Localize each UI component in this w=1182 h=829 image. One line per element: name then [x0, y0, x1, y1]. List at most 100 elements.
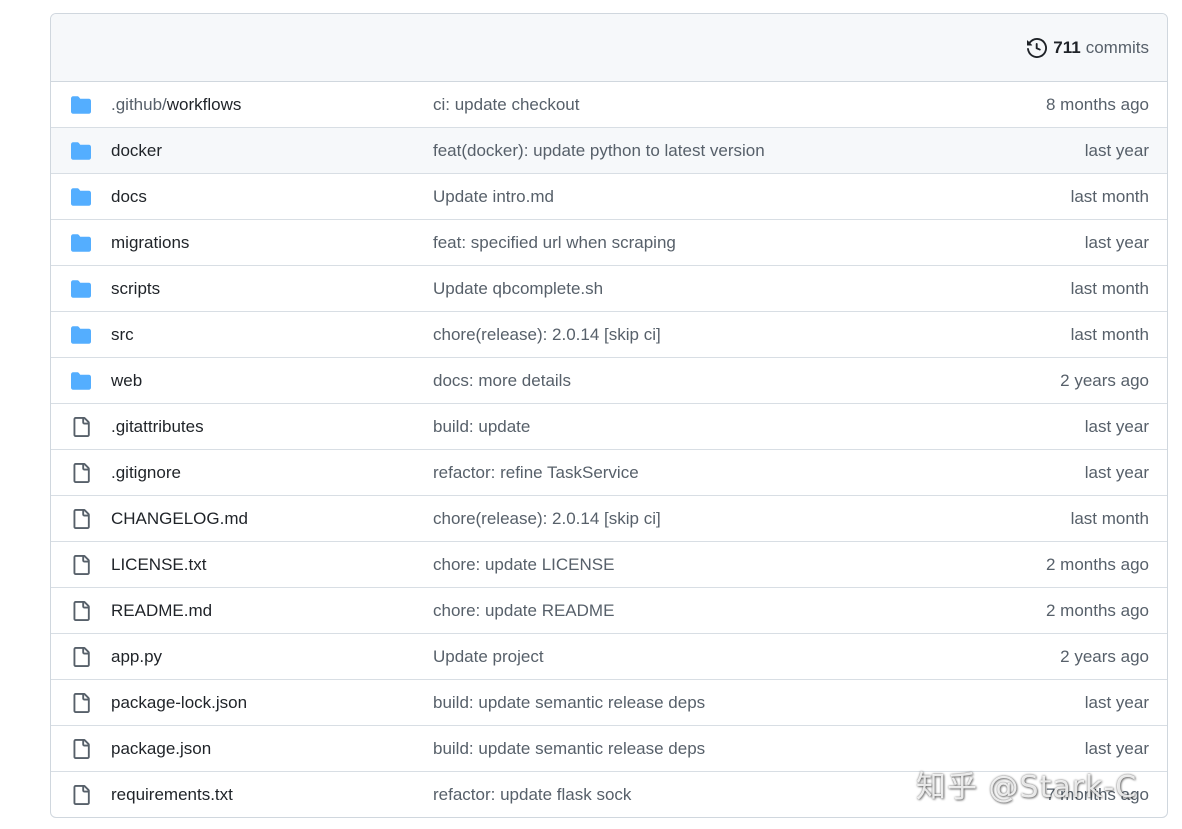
folder-icon — [71, 187, 91, 207]
folder-icon — [71, 371, 91, 391]
folder-icon — [71, 325, 91, 345]
commit-age: last year — [1084, 140, 1149, 160]
item-name: docker — [111, 140, 163, 160]
folder-icon — [71, 279, 91, 299]
file-row[interactable]: migrations feat: specified url when scrap… — [51, 219, 1167, 265]
commit-message-link[interactable]: docs: more details — [433, 371, 571, 391]
commit-age: last year — [1084, 738, 1149, 758]
commit-age: last month — [1070, 508, 1149, 528]
item-name: README.md — [111, 600, 213, 620]
file-browser-header: 711 commits — [51, 14, 1167, 82]
file-row[interactable]: .github/workflows ci: update checkout 8 mo… — [51, 82, 1167, 127]
commit-age: last month — [1070, 324, 1149, 344]
folder-name-link[interactable]: .github/workflows — [111, 95, 241, 115]
file-row[interactable]: .gitignore refactor: refine TaskService la… — [51, 449, 1167, 495]
commit-age: last month — [1070, 186, 1149, 206]
file-name-link[interactable]: app.py — [111, 647, 162, 667]
folder-icon — [71, 141, 91, 161]
item-name: app.py — [111, 646, 163, 666]
folder-name-link[interactable]: src — [111, 325, 134, 345]
file-row[interactable]: LICENSE.txt chore: update LICENSE 2 months… — [51, 541, 1167, 587]
file-name-link[interactable]: LICENSE.txt — [111, 555, 206, 575]
commit-message-link[interactable]: build: update semantic release deps — [433, 739, 705, 759]
commit-age: 8 months ago — [1045, 94, 1149, 114]
commit-age: last year — [1084, 416, 1149, 436]
file-row[interactable]: scripts Update qbcomplete.sh last month — [51, 265, 1167, 311]
file-icon — [71, 646, 91, 667]
folder-name-link[interactable]: docs — [111, 187, 147, 207]
folder-icon — [71, 233, 91, 253]
item-name: web — [111, 370, 143, 390]
commit-age: 2 months ago — [1045, 554, 1149, 574]
item-name: workflows — [166, 94, 242, 114]
file-row[interactable]: docs Update intro.md last month — [51, 173, 1167, 219]
commit-message-link[interactable]: feat: specified url when scraping — [433, 233, 676, 253]
item-name: docs — [111, 186, 147, 206]
file-icon — [71, 784, 91, 805]
commit-message-link[interactable]: build: update — [433, 417, 530, 437]
item-name: requirements.txt — [111, 784, 233, 804]
file-icon — [71, 508, 91, 529]
commit-message-link[interactable]: Update project — [433, 647, 544, 667]
item-name: src — [111, 324, 134, 344]
file-row[interactable]: package.json build: update semantic relea… — [51, 725, 1167, 771]
folder-name-link[interactable]: migrations — [111, 233, 189, 253]
folder-name-link[interactable]: scripts — [111, 279, 160, 299]
commit-count: 711 — [1053, 37, 1081, 57]
folder-name-link[interactable]: docker — [111, 141, 162, 161]
file-row[interactable]: package-lock.json build: update semantic … — [51, 679, 1167, 725]
file-row[interactable]: README.md chore: update README 2 months ag… — [51, 587, 1167, 633]
file-row[interactable]: src chore(release): 2.0.14 [skip ci] last … — [51, 311, 1167, 357]
file-row[interactable]: CHANGELOG.md chore(release): 2.0.14 [skip… — [51, 495, 1167, 541]
commit-age: last year — [1084, 692, 1149, 712]
file-icon — [71, 462, 91, 483]
file-name-link[interactable]: package-lock.json — [111, 693, 247, 713]
commit-age: 2 months ago — [1045, 600, 1149, 620]
file-list: .github/workflows ci: update checkout 8 mo… — [51, 82, 1167, 817]
file-name-link[interactable]: README.md — [111, 601, 212, 621]
file-row[interactable]: app.py Update project 2 years ago — [51, 633, 1167, 679]
commit-message-link[interactable]: feat(docker): update python to latest ve… — [433, 141, 765, 161]
file-row[interactable]: requirements.txt refactor: update flask s… — [51, 771, 1167, 817]
item-name: scripts — [111, 278, 161, 298]
item-name: migrations — [111, 232, 190, 252]
commit-message-link[interactable]: refactor: refine TaskService — [433, 463, 639, 483]
file-row[interactable]: web docs: more details 2 years ago — [51, 357, 1167, 403]
item-name: package.json — [111, 738, 212, 758]
file-row[interactable]: docker feat(docker): update python to lat… — [51, 127, 1167, 173]
file-name-link[interactable]: .gitignore — [111, 463, 181, 483]
item-name: package-lock.json — [111, 692, 248, 712]
commit-message-link[interactable]: Update qbcomplete.sh — [433, 279, 603, 299]
commit-age: last year — [1084, 232, 1149, 252]
file-icon — [71, 554, 91, 575]
item-name: CHANGELOG.md — [111, 508, 248, 528]
file-row[interactable]: .gitattributes build: update last year — [51, 403, 1167, 449]
file-icon — [71, 692, 91, 713]
commit-message-link[interactable]: chore(release): 2.0.14 [skip ci] — [433, 509, 661, 529]
folder-name-link[interactable]: web — [111, 371, 142, 391]
commit-message-link[interactable]: Update intro.md — [433, 187, 554, 207]
commit-message-link[interactable]: chore(release): 2.0.14 [skip ci] — [433, 325, 661, 345]
commit-age: last year — [1084, 462, 1149, 482]
commit-message-link[interactable]: refactor: update flask sock — [433, 785, 631, 805]
commit-age: 2 years ago — [1060, 370, 1149, 390]
path-prefix: .github/ — [111, 94, 167, 114]
commit-age: 2 years ago — [1060, 646, 1149, 666]
file-name-link[interactable]: requirements.txt — [111, 785, 233, 805]
folder-icon — [71, 95, 91, 115]
item-name: LICENSE.txt — [111, 554, 207, 574]
commits-label: commits — [1085, 37, 1149, 57]
commit-message-link[interactable]: chore: update LICENSE — [433, 555, 614, 575]
commit-age: 7 months ago — [1045, 784, 1149, 804]
commits-link[interactable]: 711 commits — [1027, 38, 1149, 58]
commit-message-link[interactable]: ci: update checkout — [433, 95, 579, 115]
file-browser: 711 commits .github/workflows ci: update … — [50, 13, 1168, 818]
file-icon — [71, 600, 91, 621]
commit-message-link[interactable]: chore: update README — [433, 601, 614, 621]
file-name-link[interactable]: .gitattributes — [111, 417, 204, 437]
history-icon — [1027, 37, 1048, 58]
file-name-link[interactable]: package.json — [111, 739, 211, 759]
item-name: .gitignore — [111, 462, 181, 482]
file-name-link[interactable]: CHANGELOG.md — [111, 509, 248, 529]
commit-message-link[interactable]: build: update semantic release deps — [433, 693, 705, 713]
